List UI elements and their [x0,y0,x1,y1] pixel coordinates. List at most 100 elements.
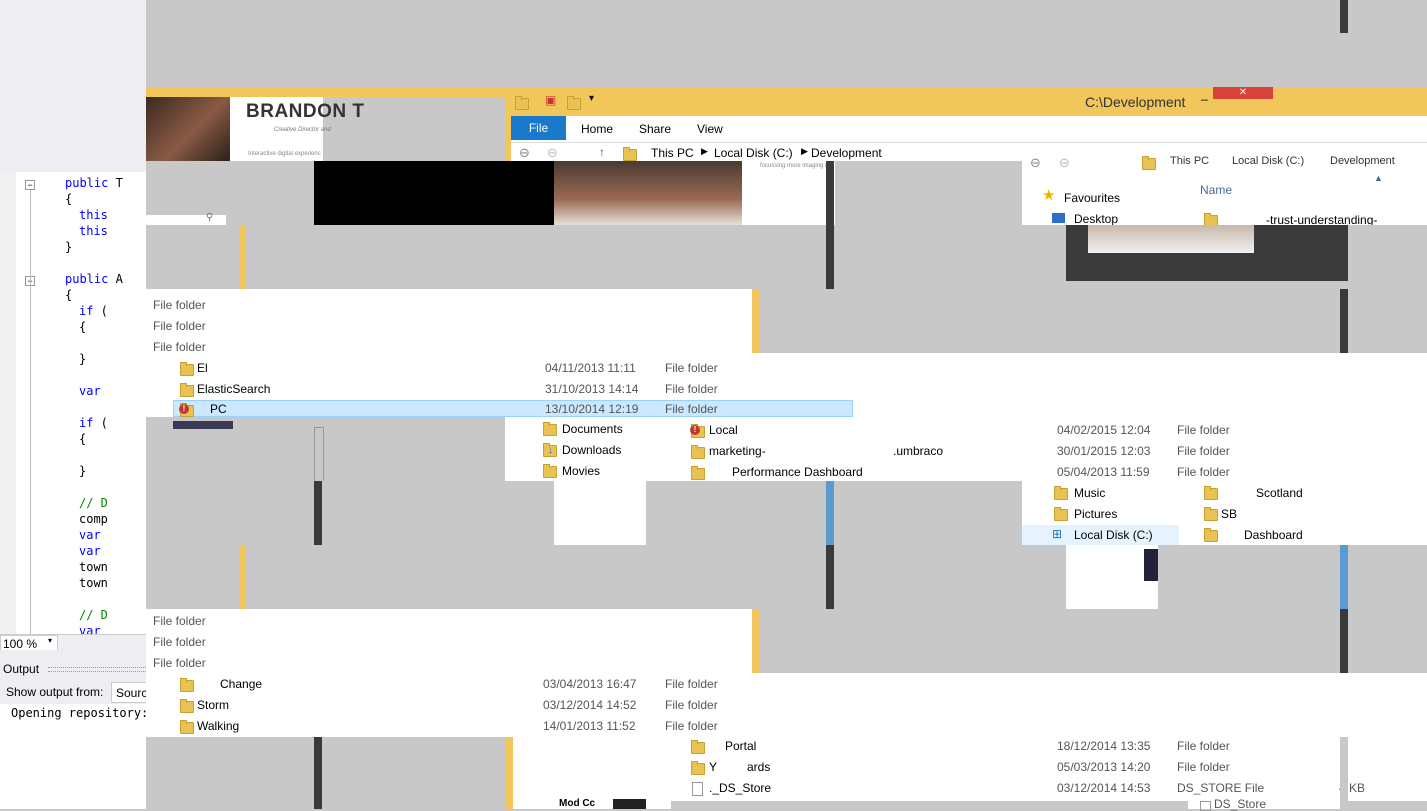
file-row[interactable]: ElasticSearch 31/10/2013 14:14 File fold… [174,380,774,401]
folder-icon [691,761,705,775]
output-title: Output [3,662,40,676]
band-1: ⚲ focussing more imaging ar ⊖ ⊖ This PC … [146,155,1427,227]
code-keyword: var [79,384,101,398]
code-line: // D [79,608,108,622]
scrollbar[interactable] [314,481,322,545]
file-row[interactable]: Walking 14/01/2013 11:52 File folder [174,717,774,737]
nav-documents[interactable]: Documents [562,422,623,436]
scrollbar[interactable] [314,737,322,809]
new-folder-icon[interactable] [567,96,581,110]
chevron-down-icon[interactable]: ▾ [589,93,594,104]
breadcrumb-item[interactable]: Local Disk (C:) [714,146,793,160]
file-name[interactable]: Scotland [1256,486,1303,500]
file-type: File folder [153,635,206,649]
code-line: this [79,224,108,238]
file-date: 05/04/2013 11:59 [1057,465,1150,479]
file-row-partial[interactable]: DS_Store [1188,797,1340,811]
file-row[interactable]: El 04/11/2013 11:11 File folder [174,359,774,380]
file-name: Portal [725,739,757,753]
window-border [752,609,760,673]
forward-icon[interactable]: ⊖ [1059,155,1070,171]
scrollbar[interactable] [314,427,324,483]
file-row[interactable]: marketing- .umbraco 30/01/2015 12:03 Fil… [685,442,1425,463]
scrollbar[interactable] [826,481,834,545]
file-name: Storm [197,698,230,712]
website-panel [1066,545,1158,609]
tab-home[interactable]: Home [581,122,613,136]
file-row[interactable]: ! Local 04/02/2015 12:04 File folder [685,421,1425,442]
vs-output-panel: Output Show output from: Sourc Opening r… [0,650,148,809]
close-button[interactable]: ✕ [1213,87,1273,99]
breadcrumb-item[interactable]: Development [1330,155,1395,167]
nav-movies[interactable]: Movies [562,464,600,478]
nav-favourites[interactable]: Favourites [1064,191,1120,205]
nav-pictures[interactable]: Pictures [1074,507,1117,521]
file-list: Portal 18/12/2014 13:35 File folder Y ar… [671,737,1427,801]
breadcrumb-item[interactable]: This PC [651,146,694,160]
forward-icon[interactable]: ⊖ [547,145,558,161]
nav-local-disk-selected[interactable]: ⊞ Local Disk (C:) [1022,525,1179,545]
back-icon[interactable]: ⊖ [1030,155,1041,171]
tab-file[interactable]: File [511,116,566,140]
breadcrumb-item[interactable]: This PC [1170,155,1209,167]
code-keyword: var [79,528,101,542]
scrollbar[interactable] [826,161,834,225]
scrollbar[interactable] [1340,737,1348,801]
code-line: var [79,544,101,558]
show-output-select[interactable]: Sourc [111,682,148,703]
code-text: ( [93,416,108,430]
folder-icon [180,383,194,397]
breadcrumb-item[interactable]: Development [811,146,882,160]
website-search[interactable]: ⚲ [146,212,226,225]
website-window: BRANDON T Creative Director and Interact… [146,97,364,161]
tab-view[interactable]: View [697,122,723,136]
portrait-image [1066,225,1348,281]
file-name: Walking [197,719,240,733]
minimize-icon[interactable]: _ [1201,87,1208,101]
chevron-down-icon[interactable]: ▾ [48,636,52,645]
file-row[interactable]: Change 03/04/2013 16:47 File folder [174,675,774,696]
scrollbar[interactable] [826,545,834,609]
address-folder-icon [1142,156,1156,170]
vs-code-editor[interactable]: − − public T{thisthis}public A{if ({}var… [0,172,146,638]
file-name[interactable]: SB [1221,507,1237,521]
file-row[interactable]: Portal 18/12/2014 13:35 File folder [685,737,1425,758]
tab-share[interactable]: Share [639,122,671,136]
scrollbar[interactable] [1340,289,1348,353]
file-row[interactable]: ._DS_Store 03/12/2014 14:53 DS_STORE Fil… [685,779,1425,800]
file-name[interactable]: Dashboard [1244,528,1303,542]
file-row[interactable]: Performance Dashboard 05/04/2013 11:59 F… [685,463,1425,481]
search-icon[interactable]: ⚲ [206,212,213,223]
code-keyword: this [79,208,108,222]
output-grip [48,667,146,672]
folder-icon [180,362,194,376]
file-name: Change [220,677,263,691]
breadcrumb-item[interactable]: Local Disk (C:) [1232,155,1304,167]
properties-icon[interactable]: ▣ [545,93,556,107]
collapse-icon[interactable]: − [25,180,35,190]
output-text-area[interactable]: Opening repository: [0,704,148,809]
scrollbar[interactable] [1340,545,1348,609]
file-name: marketing- [709,444,766,458]
up-arrow-icon[interactable]: ↑ [599,145,605,159]
window-title: C:\Development [1085,94,1186,110]
scrollbar[interactable] [1340,609,1348,673]
file-row[interactable]: Y ards 05/03/2013 14:20 File folder [685,758,1425,779]
outline-line [30,190,31,634]
quick-access-folder-icon[interactable] [515,96,529,110]
code-line: // D [79,496,108,510]
scrollbar[interactable] [1340,0,1348,33]
band-8: File folder File folder File folder [146,609,1427,673]
code-keyword: var [79,544,101,558]
nav-music[interactable]: Music [1074,486,1105,500]
scrollbar[interactable] [826,225,834,289]
nav-downloads[interactable]: Downloads [562,443,621,457]
back-icon[interactable]: ⊖ [519,145,530,161]
chevron-right-icon: ▶ [701,146,708,156]
zoom-value: 100 % [3,637,38,651]
nav-desktop[interactable]: Desktop [1074,212,1118,226]
column-name[interactable]: Name [1200,183,1232,197]
sort-up-icon[interactable]: ▲ [1374,173,1383,183]
address-folder-icon [623,147,637,161]
file-row[interactable]: Storm 03/12/2014 14:52 File folder [174,696,774,717]
